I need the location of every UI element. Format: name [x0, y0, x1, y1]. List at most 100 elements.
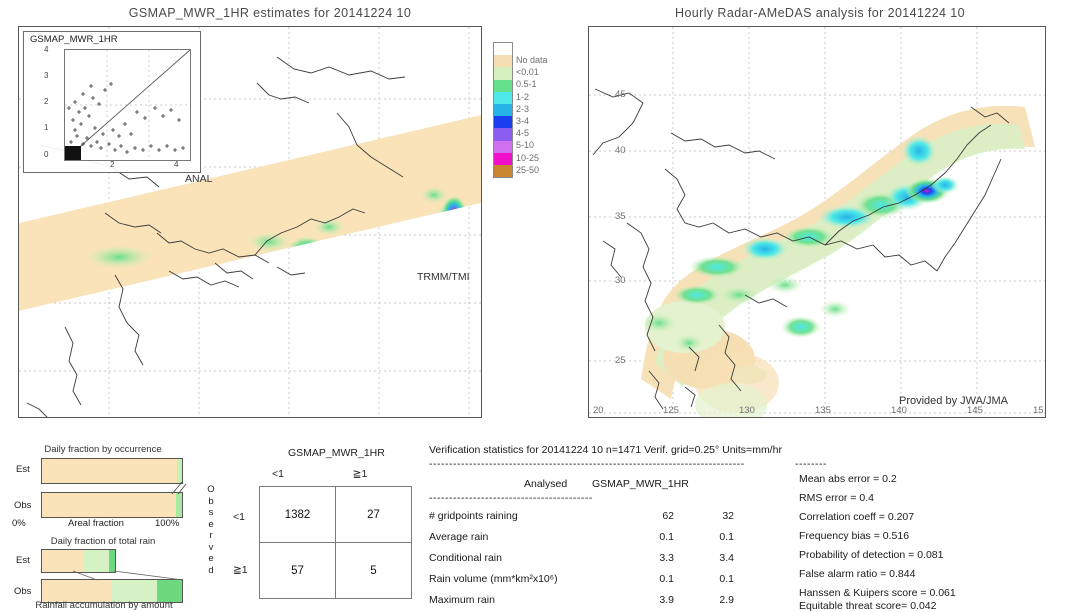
occurrence-est-bar[interactable] [41, 458, 183, 484]
right-map-canvas [589, 27, 1045, 417]
colorbar-label-3: 0.5-1 [516, 79, 537, 90]
stat-estimate-maximum-rain: 2.9 [719, 594, 734, 606]
amt-obs-seg-1 [110, 580, 157, 602]
colorbar-band-6 [493, 116, 513, 129]
score-mean-abs-error: Mean abs error = 0.2 [799, 473, 897, 485]
occurrence-obs-bar[interactable] [41, 492, 183, 518]
score-frequency-bias: Frequency bias = 0.516 [799, 530, 910, 542]
rain-rate-colorbar [493, 42, 513, 179]
amt-obs-seg-2 [156, 580, 182, 602]
stat-estimate-conditional-rain: 3.4 [719, 552, 734, 564]
stat-estimate-average-rain: 0.1 [719, 531, 734, 543]
contingency-title: GSMAP_MWR_1HR [288, 447, 385, 459]
inset-ytick-1: 1 [44, 123, 49, 132]
verification-header: Verification statistics for 20141224 10 … [429, 444, 782, 456]
gsmap-estimate-map[interactable]: GSMAP_MWR_1HR 4 3 2 1 0 2 4 ANAL TRMM/TM… [18, 26, 482, 418]
colorbar-label-4: 1-2 [516, 91, 530, 102]
occurrence-chart-title: Daily fraction by occurrence [44, 444, 162, 455]
inset-ytick-0: 0 [44, 150, 49, 159]
contingency-cell-hit-00: 1382 [259, 486, 336, 543]
occurrence-axis-max: 100% [155, 518, 180, 529]
stat-analysed-gridpoints: 62 [662, 510, 674, 522]
occurrence-obs-label: Obs [14, 500, 32, 511]
lon-tick-125: 125 [663, 405, 679, 416]
lat-tick-35: 35 [615, 211, 626, 222]
lat-tick-30: 30 [615, 275, 626, 286]
occ-obs-seg-1 [176, 493, 182, 517]
contingency-row-header-gte1: ≧1 [233, 564, 248, 576]
colorbar-band-4 [493, 91, 513, 104]
verification-col-analysed: Analysed [524, 478, 568, 490]
inset-title: GSMAP_MWR_1HR [30, 34, 118, 45]
lat-tick-40: 40 [615, 145, 626, 156]
colorbar-band-9 [493, 152, 513, 165]
left-panel-title: GSMAP_MWR_1HR estimates for 20141224 10 [128, 6, 412, 20]
contingency-table: 1382 27 57 5 [259, 486, 412, 599]
colorbar-label-2: <0.01 [516, 67, 539, 78]
amount-chart-caption: Rainfall accumulation by amount [35, 600, 173, 611]
colorbar-band-10 [493, 164, 513, 179]
occ-est-seg-0 [42, 459, 177, 483]
contingency-cell-01: 27 [335, 486, 412, 543]
amount-obs-label: Obs [14, 586, 32, 597]
amount-chart-title: Daily fraction of total rain [50, 536, 156, 547]
score-hanssen-kuipers: Hanssen & Kuipers score = 0.061 [799, 587, 956, 599]
colorbar-labels: No data <0.01 0.5-1 1-2 2-3 3-4 4-5 5-10… [516, 54, 548, 176]
amt-est-seg-1 [82, 550, 109, 572]
amount-connector [72, 570, 184, 581]
contingency-row-header-lt1: <1 [233, 511, 245, 523]
verification-divider-1: ----------------------------------------… [429, 458, 745, 470]
verification-divider-2: ----------------------------------------… [429, 492, 593, 504]
score-equitable-threat: Equitable threat score= 0.042 [799, 600, 937, 612]
scatter-inset[interactable]: GSMAP_MWR_1HR 4 3 2 1 0 2 4 [23, 31, 201, 173]
colorbar-band-7 [493, 128, 513, 141]
lon-tick-135: 135 [815, 405, 831, 416]
amt-obs-seg-0 [42, 580, 111, 602]
lat-tick-45: 45 [615, 89, 626, 100]
inset-ytick-4: 4 [44, 45, 49, 54]
colorbar-label-7: 4-5 [516, 128, 530, 139]
table-row: 1382 27 [259, 486, 412, 543]
lon-tick-130: 130 [739, 405, 755, 416]
inset-xtick-4: 4 [174, 160, 179, 169]
lon-tick-150: 15 [1033, 405, 1044, 416]
colorbar-band-1 [493, 55, 513, 68]
colorbar-band-2 [493, 67, 513, 80]
colorbar-label-9: 10-25 [516, 152, 540, 163]
stat-label-conditional-rain: Conditional rain [429, 552, 502, 564]
score-false-alarm-ratio: False alarm ratio = 0.844 [799, 568, 916, 580]
colorbar-band-0 [493, 42, 513, 56]
radar-amedas-map[interactable]: 45 40 35 30 25 20 125 130 135 140 145 15… [588, 26, 1046, 418]
stat-label-gridpoints: # gridpoints raining [429, 510, 518, 522]
inset-ytick-3: 3 [44, 71, 49, 80]
analysed-rain-field [641, 105, 1035, 417]
occurrence-axis-label: Areal fraction [68, 518, 124, 529]
table-row: 57 5 [259, 542, 412, 599]
occurrence-connector [171, 481, 187, 495]
map-credit: Provided by JWA/JMA [899, 395, 1009, 407]
occurrence-axis-min: 0% [12, 518, 26, 529]
verification-col-estimate: GSMAP_MWR_1HR [592, 478, 689, 490]
colorbar-band-3 [493, 79, 513, 92]
amount-est-label: Est [16, 555, 30, 566]
contingency-col-header-lt1: <1 [272, 468, 284, 480]
occ-obs-seg-0 [42, 493, 177, 517]
trmm-tmi-label: TRMM/TMI [417, 271, 470, 283]
colorbar-label-8: 5-10 [516, 140, 535, 151]
colorbar-label-1: No data [516, 55, 548, 65]
stat-analysed-rain-volume: 0.1 [659, 573, 674, 585]
contingency-col-header-gte1: ≧1 [352, 468, 368, 480]
colorbar-label-10: 25-50 [516, 164, 540, 175]
amt-est-seg-0 [42, 550, 83, 572]
lat-tick-25: 25 [615, 355, 626, 366]
stat-analysed-maximum-rain: 3.9 [659, 594, 674, 606]
score-probability-of-detection: Probability of detection = 0.081 [799, 549, 944, 561]
contingency-cell-10: 57 [259, 542, 336, 599]
stat-analysed-average-rain: 0.1 [659, 531, 674, 543]
stat-estimate-gridpoints: 32 [722, 510, 734, 522]
colorbar-band-8 [493, 140, 513, 153]
inset-ytick-2: 2 [44, 97, 49, 106]
anal-label: ANAL [185, 173, 213, 185]
stat-label-average-rain: Average rain [429, 531, 489, 543]
stat-label-rain-volume: Rain volume (mm*km²x10⁶) [429, 573, 558, 585]
